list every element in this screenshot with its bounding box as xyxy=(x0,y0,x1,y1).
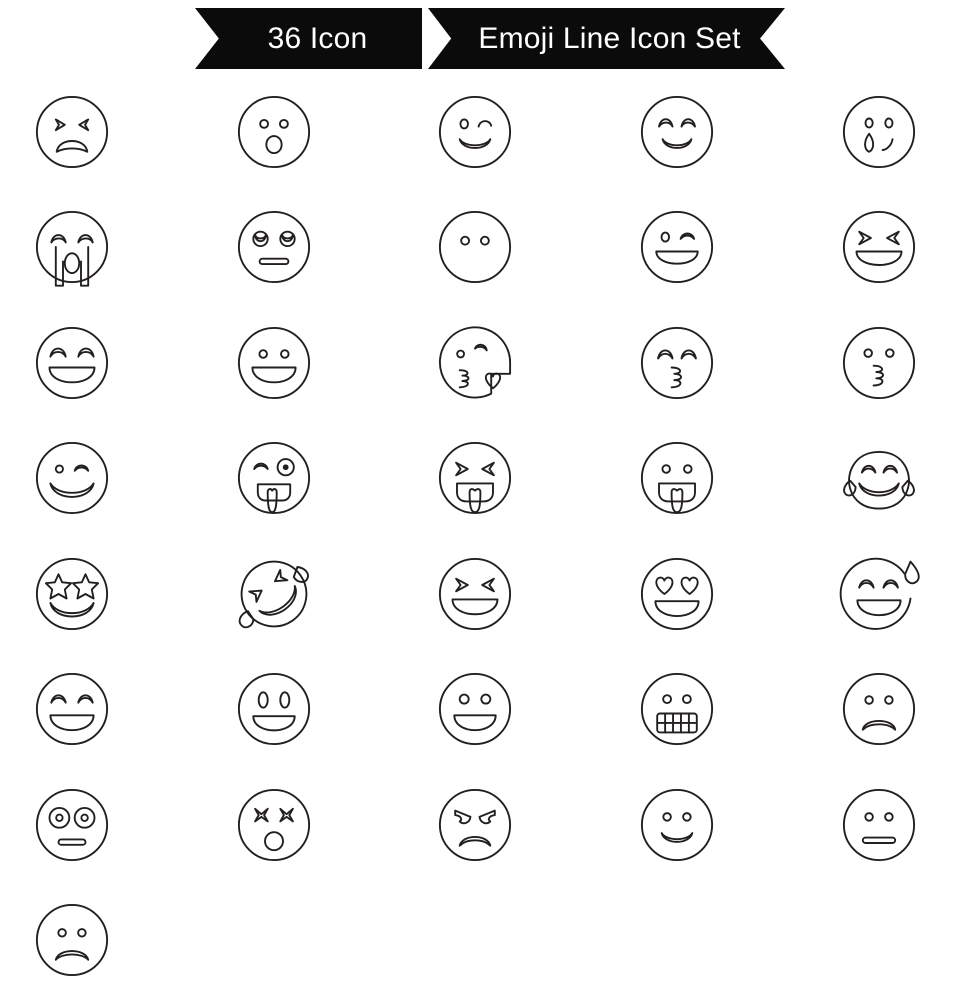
grinning-arched-eyes-icon[interactable] xyxy=(27,318,117,408)
icon-cell[interactable] xyxy=(778,190,980,306)
icon-cell[interactable] xyxy=(0,74,173,190)
banner-left-segment: 36 Icon xyxy=(195,8,422,69)
icon-cell[interactable] xyxy=(375,421,577,537)
icon-cell[interactable] xyxy=(173,305,375,421)
icon-cell[interactable] xyxy=(576,74,778,190)
distressed-face-x-eyes-icon[interactable] xyxy=(27,87,117,177)
winking-smile-icon[interactable] xyxy=(430,87,520,177)
surprised-face-icon[interactable] xyxy=(229,87,319,177)
sobbing-face-icon[interactable] xyxy=(27,202,117,292)
icon-row xyxy=(0,536,980,652)
icon-cell[interactable] xyxy=(173,652,375,768)
rolling-on-floor-laughing-icon[interactable] xyxy=(229,549,319,639)
tongue-out-x-eyes-icon[interactable] xyxy=(430,433,520,523)
icon-cell[interactable] xyxy=(173,536,375,652)
icon-cell[interactable] xyxy=(375,190,577,306)
icon-row xyxy=(0,883,980,998)
crying-face-single-tear-icon[interactable] xyxy=(834,87,924,177)
heart-eyes-icon[interactable] xyxy=(632,549,722,639)
icon-cell[interactable] xyxy=(0,305,173,421)
icon-cell[interactable] xyxy=(576,305,778,421)
blowing-kiss-heart-icon[interactable] xyxy=(430,318,520,408)
icon-cell[interactable] xyxy=(576,767,778,883)
kissing-face-icon[interactable] xyxy=(834,318,924,408)
icon-cell[interactable] xyxy=(375,652,577,768)
icon-cell[interactable] xyxy=(778,74,980,190)
icon-cell[interactable] xyxy=(0,652,173,768)
icon-sheet: 36 Icon Emoji Line Icon Set xyxy=(0,0,980,980)
simple-smiley-icon[interactable] xyxy=(632,780,722,870)
winking-grin-icon[interactable] xyxy=(27,433,117,523)
banner-divider xyxy=(422,8,428,69)
banner-right-segment: Emoji Line Icon Set xyxy=(428,8,785,69)
icon-cell[interactable] xyxy=(778,421,980,537)
icon-cell[interactable] xyxy=(173,421,375,537)
star-struck-icon[interactable] xyxy=(27,549,117,639)
icon-cell[interactable] xyxy=(0,421,173,537)
tears-of-joy-icon[interactable] xyxy=(834,433,924,523)
kissing-closed-eyes-icon[interactable] xyxy=(632,318,722,408)
dizzy-x-eyes-icon[interactable] xyxy=(229,780,319,870)
icon-grid xyxy=(0,74,980,998)
banner-title-label: Emoji Line Icon Set xyxy=(472,22,740,56)
eye-roll-face-icon[interactable] xyxy=(229,202,319,292)
tongue-out-face-icon[interactable] xyxy=(632,433,722,523)
icon-cell[interactable] xyxy=(375,305,577,421)
frowning-face-icon[interactable] xyxy=(834,664,924,754)
laughing-squint-icon[interactable] xyxy=(430,549,520,639)
open-smile-icon[interactable] xyxy=(229,318,319,408)
icon-cell[interactable] xyxy=(173,767,375,883)
icon-cell[interactable] xyxy=(173,190,375,306)
icon-row xyxy=(0,421,980,537)
icon-cell[interactable] xyxy=(375,536,577,652)
grimacing-teeth-icon[interactable] xyxy=(632,664,722,754)
happy-face-arched-eyes-icon[interactable] xyxy=(632,87,722,177)
icon-cell[interactable] xyxy=(576,190,778,306)
grinning-sweat-drop-icon[interactable] xyxy=(834,549,924,639)
icon-cell[interactable] xyxy=(778,305,980,421)
winking-laugh-icon[interactable] xyxy=(632,202,722,292)
banner: 36 Icon Emoji Line Icon Set xyxy=(195,8,785,69)
grinning-oval-eyes-icon[interactable] xyxy=(229,664,319,754)
icon-cell[interactable] xyxy=(0,536,173,652)
icon-row xyxy=(0,767,980,883)
sad-face-icon[interactable] xyxy=(27,895,117,985)
icon-cell[interactable] xyxy=(778,652,980,768)
icon-cell[interactable] xyxy=(778,536,980,652)
blank-face-icon[interactable] xyxy=(430,202,520,292)
icon-cell[interactable] xyxy=(0,883,173,998)
icon-cell[interactable] xyxy=(576,421,778,537)
icon-cell[interactable] xyxy=(576,652,778,768)
beaming-face-icon[interactable] xyxy=(27,664,117,754)
icon-cell[interactable] xyxy=(778,767,980,883)
icon-row xyxy=(0,74,980,190)
icon-cell[interactable] xyxy=(576,536,778,652)
icon-cell[interactable] xyxy=(173,74,375,190)
banner-count-label: 36 Icon xyxy=(250,22,368,56)
icon-row xyxy=(0,190,980,306)
shocked-wide-eyes-icon[interactable] xyxy=(27,780,117,870)
zany-face-icon[interactable] xyxy=(229,433,319,523)
icon-cell[interactable] xyxy=(0,190,173,306)
icon-cell[interactable] xyxy=(375,74,577,190)
icon-row xyxy=(0,305,980,421)
neutral-face-icon[interactable] xyxy=(834,780,924,870)
angry-face-icon[interactable] xyxy=(430,780,520,870)
laughing-x-eyes-icon[interactable] xyxy=(834,202,924,292)
grinning-round-eyes-icon[interactable] xyxy=(430,664,520,754)
icon-cell[interactable] xyxy=(375,767,577,883)
icon-row xyxy=(0,652,980,768)
icon-cell[interactable] xyxy=(0,767,173,883)
